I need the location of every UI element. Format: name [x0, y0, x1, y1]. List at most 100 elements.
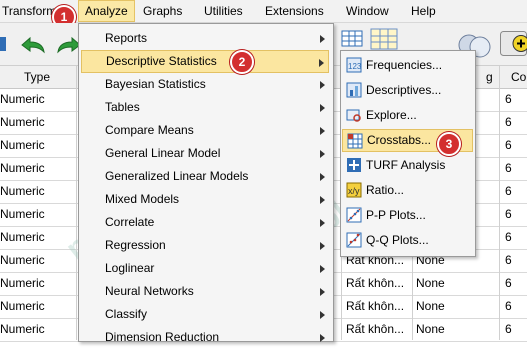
undo-icon[interactable]: [18, 33, 48, 55]
cell-columns[interactable]: 6: [505, 272, 525, 295]
cell-missing[interactable]: None: [416, 272, 476, 295]
cell-missing[interactable]: None: [416, 295, 476, 318]
crosstabs-icon: [347, 133, 363, 149]
analyze-menu-item-correlate[interactable]: Correlate: [81, 211, 329, 234]
cell-type[interactable]: Numeric: [0, 249, 74, 272]
explore-icon: [346, 109, 361, 122]
analyze-menu-item-general-linear-model[interactable]: General Linear Model: [81, 142, 329, 165]
submenu-arrow-icon: [320, 35, 325, 43]
descriptives-icon: [346, 82, 362, 98]
analyze-menu-item-neural-networks[interactable]: Neural Networks: [81, 280, 329, 303]
qq-plot-icon: [346, 232, 362, 248]
submenu-arrow-icon: [320, 311, 325, 319]
analyze-menu-item-mixed-models[interactable]: Mixed Models: [81, 188, 329, 211]
column-divider: [76, 66, 77, 340]
analyze-menu-item-reports[interactable]: Reports: [81, 27, 329, 50]
column-header-type[interactable]: Type: [24, 66, 50, 88]
menu-item-label: Compare Means: [105, 123, 194, 137]
menu-graphs[interactable]: Graphs: [143, 0, 182, 22]
cell-missing[interactable]: None: [416, 318, 476, 341]
menu-item-label: Descriptive Statistics: [106, 54, 217, 68]
submenu-arrow-icon: [320, 173, 325, 181]
cell-type[interactable]: Numeric: [0, 180, 74, 203]
cell-values[interactable]: Rất khôn...: [346, 318, 410, 341]
menu-transform[interactable]: Transform: [2, 0, 56, 22]
analyze-menu-item-tables[interactable]: Tables: [81, 96, 329, 119]
menu-item-label: Tables: [105, 100, 140, 114]
submenu-item-ratio[interactable]: x/y Ratio...: [342, 179, 473, 202]
toolbar-partial-icon[interactable]: [0, 33, 10, 55]
analyze-menu-item-compare-means[interactable]: Compare Means: [81, 119, 329, 142]
cell-columns[interactable]: 6: [505, 318, 525, 341]
submenu-item-label: TURF Analysis: [366, 158, 446, 172]
submenu-arrow-icon: [319, 59, 324, 67]
analyze-menu-item-dimension-reduction[interactable]: Dimension Reduction: [81, 326, 329, 349]
menu-help[interactable]: Help: [411, 0, 436, 22]
pp-plot-icon: [346, 207, 362, 223]
cell-columns[interactable]: 6: [505, 249, 525, 272]
menu-item-label: Regression: [105, 238, 166, 252]
menu-item-label: Reports: [105, 31, 148, 45]
svg-text:123: 123: [348, 62, 362, 71]
menu-utilities[interactable]: Utilities: [204, 0, 243, 22]
cell-type[interactable]: Numeric: [0, 111, 74, 134]
submenu-arrow-icon: [320, 242, 325, 250]
ratio-icon: x/y: [346, 182, 362, 198]
submenu-item-label: Frequencies...: [366, 58, 443, 72]
submenu-arrow-icon: [320, 196, 325, 204]
submenu-item-label: Explore...: [366, 108, 417, 122]
submenu-item-explore[interactable]: Explore...: [342, 104, 473, 127]
menu-item-label: General Linear Model: [105, 146, 221, 160]
submenu-arrow-icon: [320, 150, 325, 158]
cell-columns[interactable]: 6: [505, 88, 525, 111]
submenu-arrow-icon: [320, 334, 325, 342]
cell-values[interactable]: Rất khôn...: [346, 272, 410, 295]
submenu-item-q-q-plots[interactable]: Q-Q Plots...: [342, 229, 473, 252]
menu-item-label: Mixed Models: [105, 192, 180, 206]
cell-columns[interactable]: 6: [505, 134, 525, 157]
cell-columns[interactable]: 6: [505, 295, 525, 318]
cell-type[interactable]: Numeric: [0, 272, 74, 295]
cell-values[interactable]: Rất khôn...: [346, 295, 410, 318]
menu-item-label: Loglinear: [105, 261, 155, 275]
submenu-item-label: Descriptives...: [366, 83, 442, 97]
cell-type[interactable]: Numeric: [0, 88, 74, 111]
analyze-menu-item-loglinear[interactable]: Loglinear: [81, 257, 329, 280]
cell-columns[interactable]: 6: [505, 180, 525, 203]
cell-type[interactable]: Numeric: [0, 203, 74, 226]
cell-type[interactable]: Numeric: [0, 157, 74, 180]
submenu-arrow-icon: [320, 219, 325, 227]
submenu-item-frequencies[interactable]: 123 Frequencies...: [342, 54, 473, 77]
cell-type[interactable]: Numeric: [0, 134, 74, 157]
submenu-arrow-icon: [320, 288, 325, 296]
step-badge-3: 3: [437, 132, 461, 156]
analyze-menu-item-bayesian-statistics[interactable]: Bayesian Statistics: [81, 73, 329, 96]
analyze-menu-item-generalized-linear-models[interactable]: Generalized Linear Models: [81, 165, 329, 188]
menu-item-label: Correlate: [105, 215, 155, 229]
cell-type[interactable]: Numeric: [0, 295, 74, 318]
analyze-menu-item-descriptive-statistics[interactable]: Descriptive Statistics: [81, 50, 329, 73]
analyze-menu-item-regression[interactable]: Regression: [81, 234, 329, 257]
cell-type[interactable]: Numeric: [0, 226, 74, 249]
cell-columns[interactable]: 6: [505, 226, 525, 249]
menu-window[interactable]: Window: [346, 0, 389, 22]
cell-type[interactable]: Numeric: [0, 318, 74, 341]
svg-text:x/y: x/y: [348, 186, 360, 196]
cell-columns[interactable]: 6: [505, 111, 525, 134]
submenu-item-p-p-plots[interactable]: P-P Plots...: [342, 204, 473, 227]
analyze-menu-item-classify[interactable]: Classify: [81, 303, 329, 326]
column-header-co[interactable]: Co: [511, 66, 526, 88]
menu-item-label: Neural Networks: [105, 284, 194, 298]
grid-table-icon[interactable]: [370, 28, 400, 52]
menu-item-label: Classify: [105, 307, 148, 321]
column-header-g[interactable]: g: [486, 66, 493, 88]
submenu-arrow-icon: [320, 127, 325, 135]
menu-analyze[interactable]: Analyze: [78, 0, 135, 22]
add-icon[interactable]: [500, 31, 527, 57]
cell-columns[interactable]: 6: [505, 203, 525, 226]
submenu-item-descriptives[interactable]: Descriptives...: [342, 79, 473, 102]
data-view-icon[interactable]: [341, 30, 365, 48]
menu-extensions[interactable]: Extensions: [265, 0, 324, 22]
cell-columns[interactable]: 6: [505, 157, 525, 180]
submenu-item-turf-analysis[interactable]: TURF Analysis: [342, 154, 473, 177]
